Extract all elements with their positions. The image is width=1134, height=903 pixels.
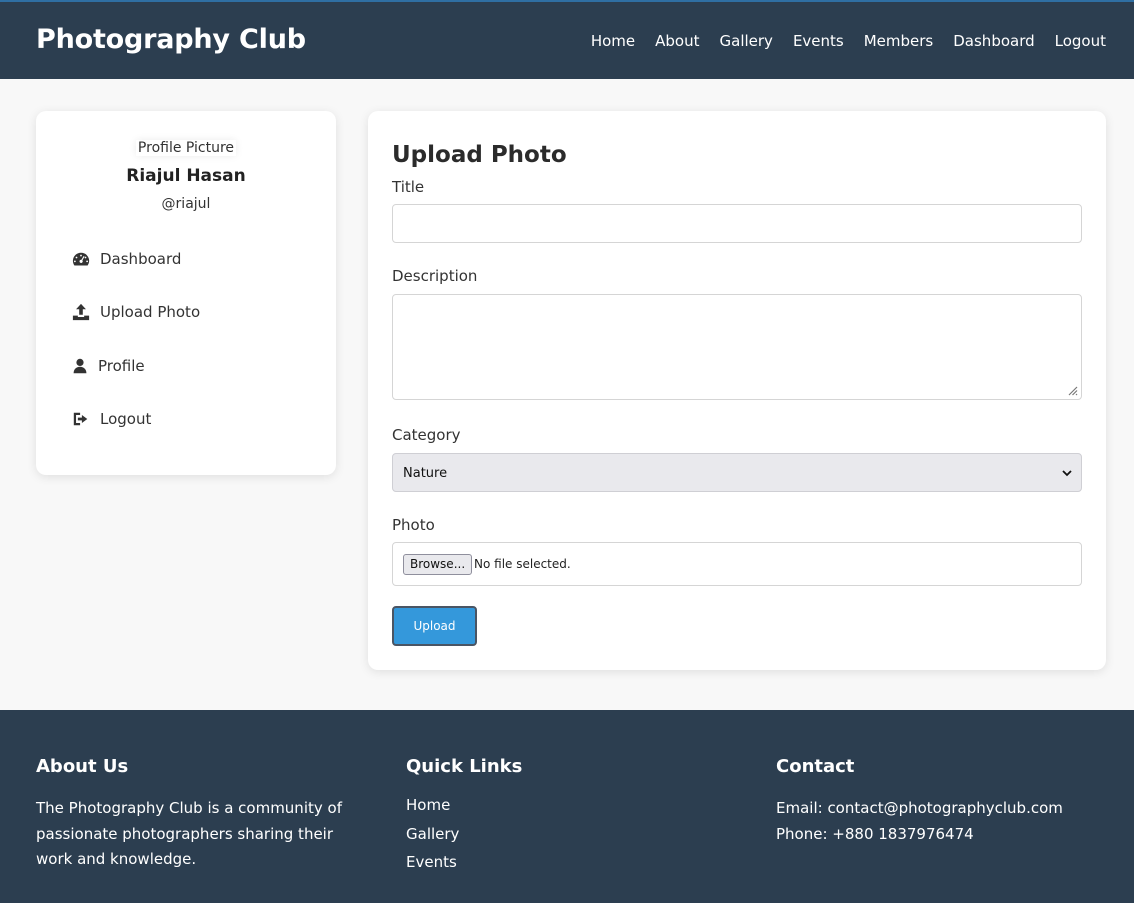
sidebar-item-logout[interactable]: Logout [72,410,151,428]
photo-label: Photo [392,516,435,534]
nav-gallery-link[interactable]: Gallery [720,32,773,50]
nav-events-link[interactable]: Events [793,32,844,50]
nav-home-link[interactable]: Home [591,32,635,50]
chevron-down-icon [1062,470,1072,477]
sidebar-item-upload-photo[interactable]: Upload Photo [72,303,200,321]
title-input[interactable] [392,204,1082,243]
tachometer-icon [72,252,90,266]
sidebar-item-profile[interactable]: Profile [72,357,145,375]
page-title: Upload Photo [392,142,567,168]
profile-sidebar: Profile Picture Riajul Hasan @riajul Das… [36,111,336,475]
sign-out-icon [73,412,88,426]
footer-link-events[interactable]: Events [406,853,706,871]
user-name: Riajul Hasan [126,166,246,186]
main-nav: Home About Gallery Events Members Dashbo… [591,32,1106,50]
sidebar-item-label: Upload Photo [100,303,201,321]
footer-about-heading: About Us [36,756,129,777]
photo-file-input[interactable]: Browse... No file selected. [392,542,1082,586]
footer-contact-heading: Contact [776,756,855,777]
description-textarea[interactable] [392,294,1082,400]
user-handle: @riajul [161,196,211,212]
footer-about: About Us The Photography Club is a commu… [36,756,366,873]
footer-links-heading: Quick Links [406,756,523,777]
nav-about-link[interactable]: About [655,32,699,50]
site-footer: About Us The Photography Club is a commu… [0,710,1134,903]
footer-link-gallery[interactable]: Gallery [406,825,706,843]
footer-about-text: The Photography Club is a community of p… [36,799,342,868]
sidebar-item-dashboard[interactable]: Dashboard [72,250,181,268]
footer-contact-email: Email: contact@photographyclub.com [776,799,1063,817]
upload-form-card: Upload Photo Title Description Category … [368,111,1106,670]
file-status-text: No file selected. [474,557,571,571]
footer-contact: Contact Email: contact@photographyclub.c… [776,756,1116,847]
nav-dashboard-link[interactable]: Dashboard [953,32,1034,50]
description-label: Description [392,267,478,285]
title-label: Title [392,178,425,196]
footer-contact-phone: Phone: +880 1837976474 [776,824,974,843]
sidebar-item-label: Profile [98,357,145,375]
category-select[interactable]: Nature [392,453,1082,492]
user-icon [73,358,87,374]
browse-button[interactable]: Browse... [403,554,473,575]
sidebar-item-label: Dashboard [100,250,182,268]
nav-members-link[interactable]: Members [864,32,934,50]
category-selected-value: Nature [403,466,448,481]
profile-picture-alt-text: Profile Picture [137,140,235,156]
upload-icon [72,303,90,321]
nav-logout-link[interactable]: Logout [1055,32,1106,50]
category-label: Category [392,426,461,444]
profile-picture: Profile Picture [36,140,336,156]
resize-grip-icon[interactable] [1066,384,1078,396]
upload-button[interactable]: Upload [392,606,477,646]
site-brand[interactable]: Photography Club [36,24,306,55]
footer-link-home[interactable]: Home [406,796,706,814]
footer-quick-links: Quick Links Home Gallery Events [406,756,706,885]
site-header: Photography Club Home About Gallery Even… [0,0,1134,79]
sidebar-item-label: Logout [100,410,152,428]
